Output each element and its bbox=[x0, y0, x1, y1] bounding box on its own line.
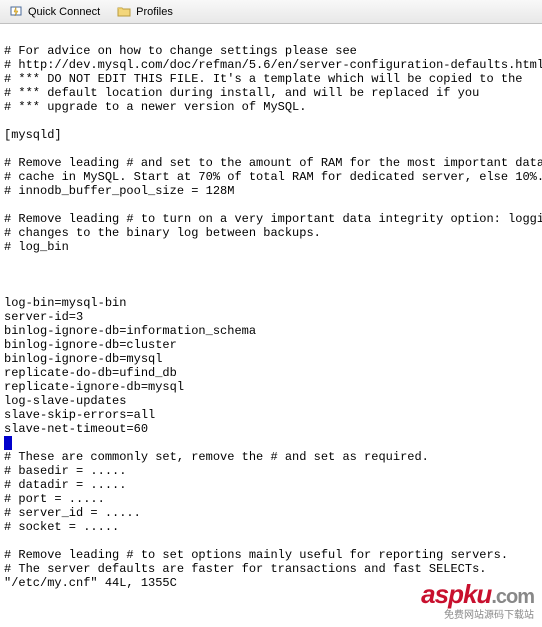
quick-connect-label: Quick Connect bbox=[28, 6, 100, 18]
toolbar: Quick Connect Profiles bbox=[0, 0, 542, 24]
terminal-cursor bbox=[4, 436, 12, 450]
watermark-tagline: 免费网站源码下载站 bbox=[421, 606, 534, 621]
quick-connect-button[interactable]: Quick Connect bbox=[4, 2, 104, 22]
terminal-area[interactable]: # For advice on how to change settings p… bbox=[0, 24, 542, 608]
terminal-content-top: # For advice on how to change settings p… bbox=[4, 44, 538, 436]
profiles-label: Profiles bbox=[136, 6, 173, 18]
profiles-button[interactable]: Profiles bbox=[112, 2, 177, 22]
terminal-content-bottom: # These are commonly set, remove the # a… bbox=[4, 450, 538, 590]
folder-icon bbox=[116, 4, 132, 20]
lightning-icon bbox=[8, 4, 24, 20]
